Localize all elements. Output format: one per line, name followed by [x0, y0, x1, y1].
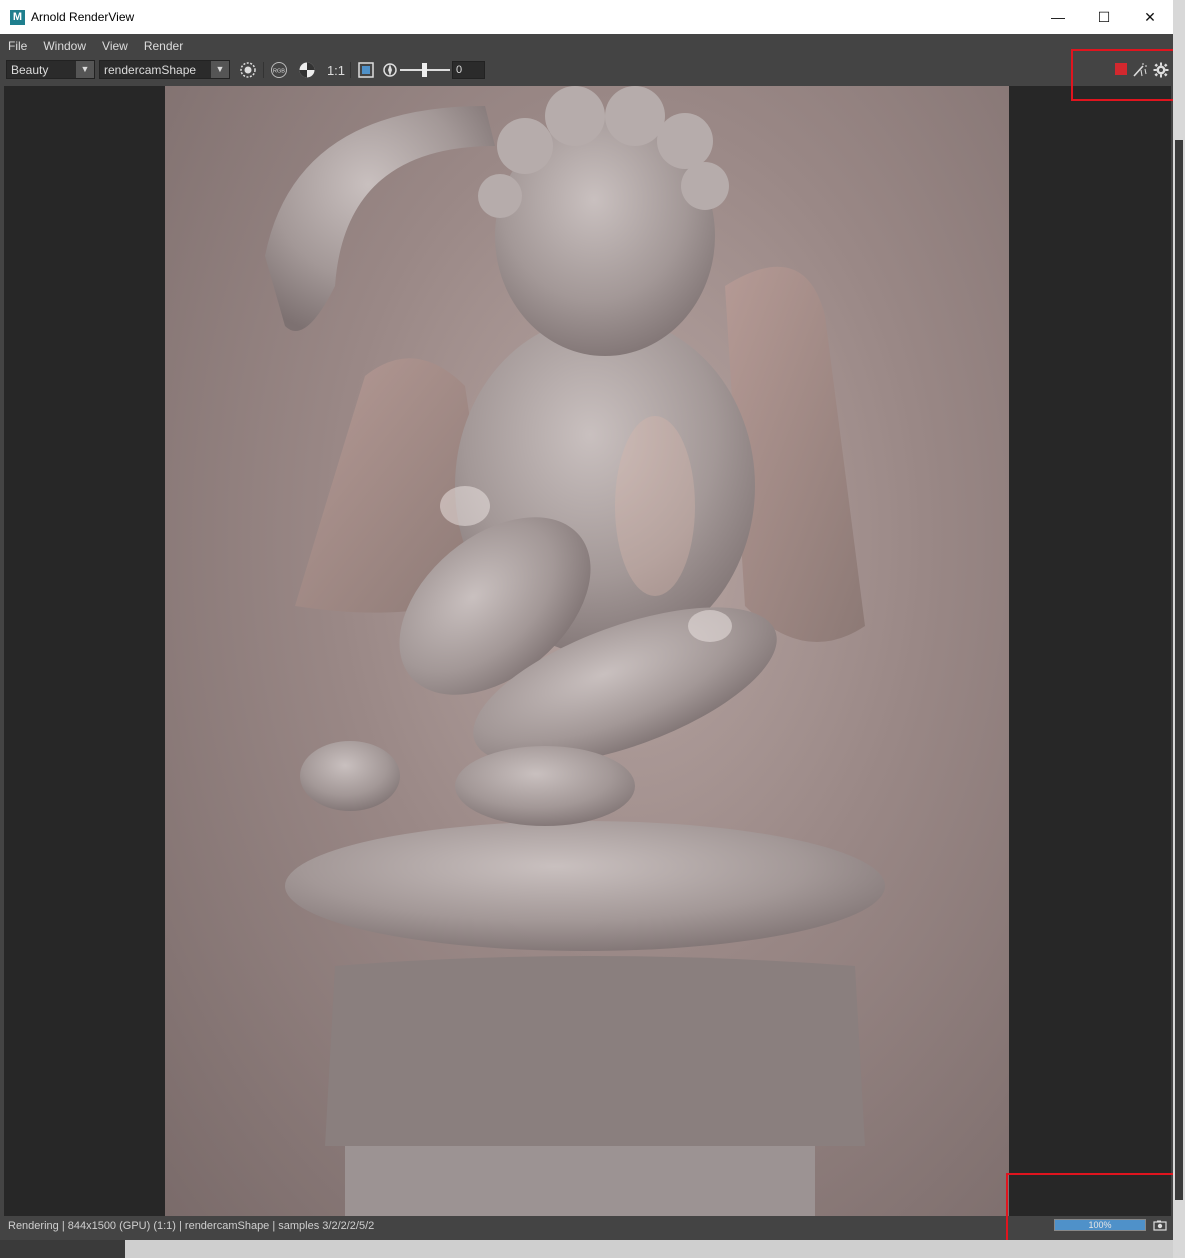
frame-region-icon[interactable] [357, 61, 375, 79]
render-viewport[interactable] [4, 86, 1171, 1216]
dropdown-arrow-icon: ▼ [76, 61, 94, 78]
aov-value: Beauty [11, 63, 49, 77]
crosshair-icon[interactable] [239, 61, 257, 79]
highlight-box-toolbar [1071, 49, 1179, 101]
statue-render [265, 86, 885, 1216]
separator [350, 62, 351, 78]
exposure-value: 0 [456, 64, 463, 76]
menu-window[interactable]: Window [35, 39, 94, 53]
window-title: Arnold RenderView [31, 10, 135, 24]
maximize-button[interactable]: ☐ [1081, 0, 1127, 34]
status-text: Rendering | 844x1500 (GPU) (1:1) | rende… [8, 1220, 375, 1232]
ratio-label: 1:1 [326, 62, 346, 78]
ratio-button[interactable]: 1:1 [326, 61, 346, 79]
render-image [165, 86, 1009, 1216]
background-strip [0, 1240, 1173, 1258]
minimize-button[interactable]: — [1035, 0, 1081, 34]
close-icon: ✕ [1144, 8, 1156, 25]
maya-icon: M [10, 9, 25, 25]
exposure-input[interactable]: 0 [452, 61, 485, 79]
separator [263, 62, 264, 78]
menu-bar: File Window View Render [0, 34, 1173, 57]
rgb-label: RGB [273, 69, 285, 75]
arnold-renderview-window: M Arnold RenderView — ☐ ✕ File Window Vi… [0, 0, 1173, 1240]
rgb-icon[interactable]: RGB [270, 61, 288, 79]
exposure-slider-handle[interactable] [422, 63, 427, 77]
dropdown-arrow-icon: ▼ [211, 61, 229, 78]
camera-dropdown[interactable]: rendercamShape ▼ [99, 60, 230, 79]
aov-dropdown[interactable]: Beauty ▼ [6, 60, 95, 79]
title-bar: M Arnold RenderView — ☐ ✕ [0, 0, 1173, 34]
checker-icon[interactable] [298, 61, 316, 79]
menu-file[interactable]: File [0, 39, 35, 53]
menu-view[interactable]: View [94, 39, 136, 53]
maximize-icon: ☐ [1097, 8, 1111, 25]
minimize-icon: — [1051, 9, 1065, 25]
close-button[interactable]: ✕ [1127, 0, 1173, 34]
exposure-icon[interactable] [381, 61, 399, 79]
highlight-box-progress [1006, 1173, 1177, 1246]
status-bar: Rendering | 844x1500 (GPU) (1:1) | rende… [0, 1217, 1173, 1237]
menu-render[interactable]: Render [136, 39, 191, 53]
background-scrollbar [1173, 0, 1185, 1258]
toolbar: Beauty ▼ rendercamShape ▼ RGB 1:1 0 [0, 57, 1173, 84]
camera-value: rendercamShape [104, 63, 197, 77]
